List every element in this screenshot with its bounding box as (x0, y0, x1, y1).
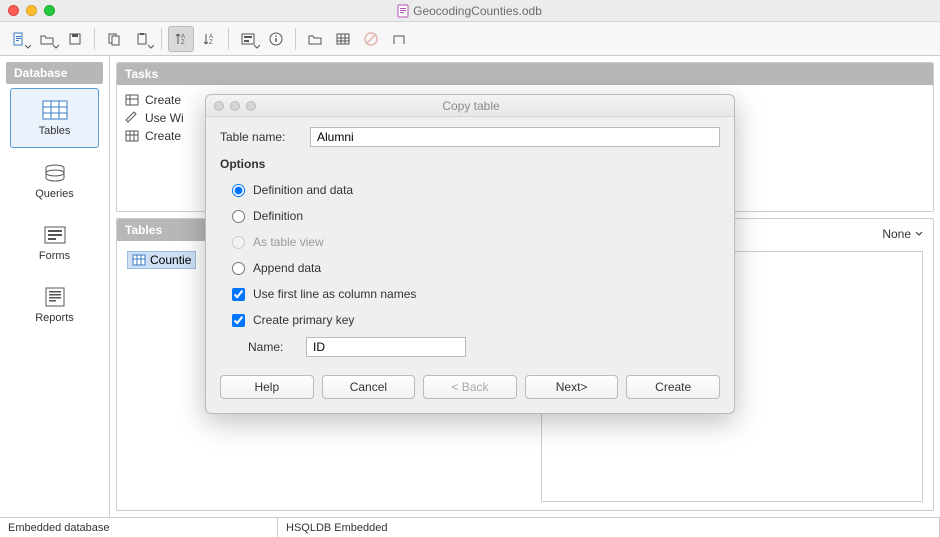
option-label: Append data (253, 261, 321, 275)
chevron-down-icon (915, 230, 923, 238)
sidebar-item-queries[interactable]: Queries (10, 152, 99, 210)
option-append-data[interactable]: Append data (232, 255, 720, 281)
option-as-table-view: As table view (232, 229, 720, 255)
task-label: Use Wi (145, 111, 184, 125)
sidebar-header: Database (6, 62, 103, 84)
sidebar-item-label: Reports (35, 312, 74, 324)
tables-icon (41, 99, 69, 121)
titlebar: GeocodingCounties.odb (0, 0, 940, 22)
table-entry[interactable]: Countie (127, 251, 196, 269)
toolbar-separator (295, 28, 296, 50)
dialog-minimize-icon (230, 101, 240, 111)
zoom-window-icon[interactable] (44, 5, 55, 16)
folder-button[interactable] (302, 26, 328, 52)
document-icon (397, 4, 409, 18)
radio-definition[interactable] (232, 210, 245, 223)
dialog-close-icon[interactable] (214, 101, 224, 111)
sidebar-item-forms[interactable]: Forms (10, 214, 99, 272)
open-button[interactable] (34, 26, 60, 52)
toolbar-separator (161, 28, 162, 50)
prohibit-button (358, 26, 384, 52)
table-name-input[interactable] (310, 127, 720, 147)
table-icon (132, 253, 146, 267)
statusbar: Embedded database HSQLDB Embedded (0, 517, 940, 537)
toolbar: AZ AZ (0, 22, 940, 56)
checkbox-first-line[interactable] (232, 288, 245, 301)
option-create-pk[interactable]: Create primary key (232, 307, 720, 333)
sort-desc-button[interactable]: AZ (196, 26, 222, 52)
table-entry-label: Countie (150, 253, 191, 267)
sort-asc-button[interactable]: AZ (168, 26, 194, 52)
dialog-title: Copy table (256, 99, 686, 113)
option-label: Definition and data (253, 183, 353, 197)
option-label: Use first line as column names (253, 287, 416, 301)
options-heading: Options (220, 157, 720, 171)
chevron-down-icon (53, 44, 59, 50)
dialog-window-controls (214, 101, 256, 111)
dialog-zoom-icon (246, 101, 256, 111)
next-button[interactable]: Next> (525, 375, 619, 399)
sidebar-item-reports[interactable]: Reports (10, 276, 99, 334)
forms-icon (41, 224, 69, 246)
sidebar-item-label: Queries (35, 188, 74, 200)
preview-mode-label: None (882, 227, 911, 241)
sidebar: Database Tables Queries Forms Reports (0, 56, 110, 517)
view-icon (125, 129, 139, 143)
window-controls (8, 5, 55, 16)
copy-button[interactable] (101, 26, 127, 52)
help-button[interactable]: Help (220, 375, 314, 399)
sidebar-item-label: Tables (39, 125, 71, 137)
chevron-down-icon (25, 44, 31, 50)
info-button[interactable] (263, 26, 289, 52)
option-definition[interactable]: Definition (232, 203, 720, 229)
reports-icon (41, 286, 69, 308)
save-button[interactable] (62, 26, 88, 52)
status-left: Embedded database (0, 518, 278, 537)
svg-text:Z: Z (181, 40, 185, 46)
radio-append-data[interactable] (232, 262, 245, 275)
table-design-icon (125, 93, 139, 107)
table-name-label: Table name: (220, 130, 300, 144)
pk-name-input[interactable] (306, 337, 466, 357)
option-label: Create primary key (253, 313, 354, 327)
create-button[interactable]: Create (626, 375, 720, 399)
checkbox-create-pk[interactable] (232, 314, 245, 327)
radio-definition-and-data[interactable] (232, 184, 245, 197)
option-label: Definition (253, 209, 303, 223)
chevron-down-icon (148, 44, 154, 50)
toolbar-separator (228, 28, 229, 50)
tasks-header: Tasks (117, 63, 933, 85)
cancel-button[interactable]: Cancel (322, 375, 416, 399)
option-first-line-colnames[interactable]: Use first line as column names (232, 281, 720, 307)
table-button[interactable] (330, 26, 356, 52)
chevron-down-icon (254, 44, 260, 50)
pk-name-label: Name: (248, 340, 296, 354)
option-label: As table view (253, 235, 324, 249)
task-label: Create (145, 129, 181, 143)
relations-button[interactable] (386, 26, 412, 52)
form-button[interactable] (235, 26, 261, 52)
window-title: GeocodingCounties.odb (55, 4, 884, 18)
task-label: Create (145, 93, 181, 107)
option-definition-and-data[interactable]: Definition and data (232, 177, 720, 203)
radio-as-table-view (232, 236, 245, 249)
window-title-text: GeocodingCounties.odb (413, 4, 542, 18)
paste-button[interactable] (129, 26, 155, 52)
wizard-icon (125, 111, 139, 125)
sidebar-item-label: Forms (39, 250, 70, 262)
close-window-icon[interactable] (8, 5, 19, 16)
toolbar-separator (94, 28, 95, 50)
svg-text:Z: Z (209, 40, 213, 46)
copy-table-dialog: Copy table Table name: Options Definitio… (205, 94, 735, 414)
status-right: HSQLDB Embedded (278, 518, 940, 537)
dialog-titlebar: Copy table (206, 95, 734, 117)
new-doc-button[interactable] (6, 26, 32, 52)
queries-icon (41, 162, 69, 184)
sidebar-item-tables[interactable]: Tables (10, 88, 99, 148)
back-button: < Back (423, 375, 517, 399)
minimize-window-icon[interactable] (26, 5, 37, 16)
